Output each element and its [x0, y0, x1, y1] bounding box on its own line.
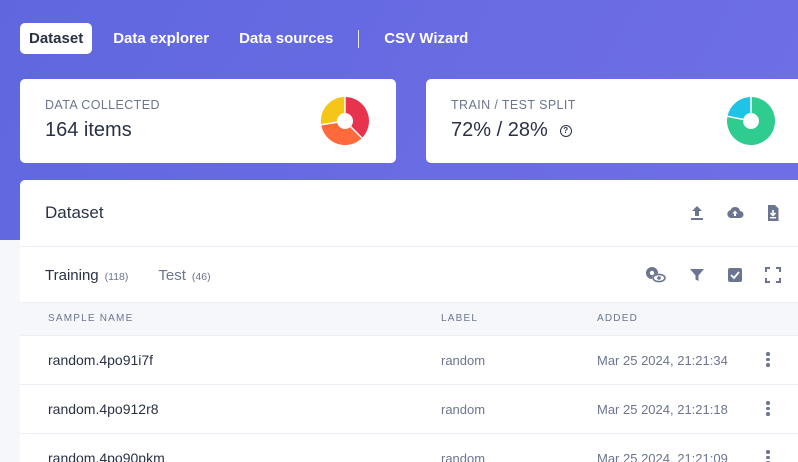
sample-added: Mar 25 2024, 21:21:34 [597, 353, 728, 368]
nav-csv-wizard[interactable]: CSV Wizard [375, 23, 477, 54]
upload-icon[interactable] [688, 204, 706, 222]
cloud-upload-icon[interactable] [726, 204, 744, 222]
tab-training[interactable]: Training (118) [45, 267, 128, 284]
data-collected-value: 164 items [45, 119, 132, 142]
more-vertical-icon[interactable] [765, 401, 771, 417]
sample-name[interactable]: random.4po912r8 [48, 401, 159, 417]
data-collected-label: DATA COLLECTED [45, 98, 160, 112]
more-vertical-icon[interactable] [765, 450, 771, 462]
table-row[interactable]: random.4po912r8 random Mar 25 2024, 21:2… [20, 385, 798, 434]
panel-title: Dataset [45, 203, 104, 222]
column-sample-name[interactable]: SAMPLE NAME [48, 313, 133, 324]
sample-label: random [441, 402, 486, 417]
checkbox-icon[interactable] [726, 266, 744, 284]
panel-actions [668, 204, 782, 222]
sample-name[interactable]: random.4po91i7f [48, 352, 153, 368]
sample-added: Mar 25 2024, 21:21:18 [597, 402, 728, 417]
settings-eye-icon[interactable] [644, 266, 668, 284]
data-collected-count: 164 items [45, 119, 132, 141]
nav-separator [358, 29, 360, 48]
column-added[interactable]: ADDED [597, 313, 638, 324]
data-collected-pie-chart [320, 96, 369, 146]
sample-added: Mar 25 2024, 21:21:09 [597, 451, 728, 462]
nav-dataset[interactable]: Dataset [20, 23, 93, 54]
train-test-split-label: TRAIN / TEST SPLIT [451, 98, 576, 112]
column-label[interactable]: LABEL [441, 313, 478, 324]
top-nav: Dataset Data explorer Data sources CSV W… [20, 23, 489, 54]
more-vertical-icon[interactable] [765, 352, 771, 368]
fullscreen-icon[interactable] [764, 266, 782, 284]
table-row[interactable]: random.4po90pkm random Mar 25 2024, 21:2… [20, 434, 798, 462]
nav-data-explorer[interactable]: Data explorer [104, 23, 218, 54]
sample-label: random [441, 353, 486, 368]
train-test-split-value: 72% / 28% ? [451, 119, 572, 142]
download-icon[interactable] [764, 204, 782, 222]
nav-data-sources[interactable]: Data sources [230, 23, 342, 54]
tab-training-label: Training [45, 267, 99, 284]
tab-training-count: (118) [104, 271, 129, 283]
table-actions [624, 266, 782, 284]
sample-name[interactable]: random.4po90pkm [48, 450, 165, 462]
help-icon[interactable]: ? [559, 124, 572, 137]
sample-label: random [441, 451, 486, 462]
train-test-split-card: TRAIN / TEST SPLIT 72% / 28% ? [426, 79, 798, 163]
filter-icon[interactable] [688, 266, 706, 284]
panel-divider [20, 246, 798, 247]
tab-test[interactable]: Test (46) [158, 267, 210, 284]
table-row[interactable]: random.4po91i7f random Mar 25 2024, 21:2… [20, 336, 798, 385]
train-test-split-pie-chart [727, 96, 776, 145]
table-header: SAMPLE NAME LABEL ADDED [20, 302, 798, 336]
train-test-split-percent: 72% / 28% [451, 119, 548, 141]
data-collected-card: DATA COLLECTED 164 items [20, 79, 396, 163]
tab-test-count: (46) [191, 271, 211, 283]
tab-test-label: Test [158, 267, 186, 284]
dataset-tabs: Training (118) Test (46) [45, 267, 241, 284]
dataset-panel: Dataset Training (118) Test (46) SAMPLE … [20, 180, 798, 462]
